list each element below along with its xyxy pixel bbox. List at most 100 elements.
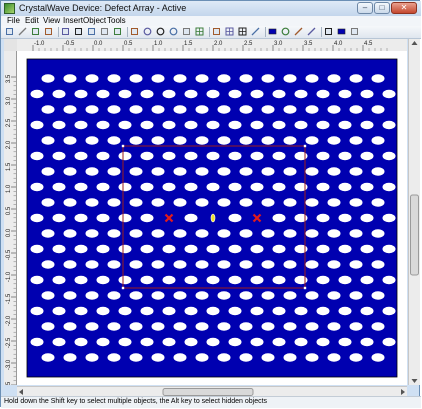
paste-icon[interactable] [87, 27, 96, 36]
pointer-icon[interactable] [130, 27, 139, 36]
save-icon[interactable] [31, 27, 40, 36]
lattice-hole [151, 167, 165, 176]
lattice-hole [52, 213, 66, 223]
design-canvas[interactable] [17, 51, 407, 385]
lattice-hole [294, 244, 308, 254]
scroll-right-arrow-icon[interactable] [401, 389, 405, 395]
print-icon[interactable] [44, 27, 53, 36]
lattice-hole [30, 244, 44, 254]
ruler-left-label: 1.0 [6, 184, 12, 193]
new-icon[interactable] [5, 27, 14, 36]
lattice-hole [41, 136, 55, 145]
zoom-in-icon[interactable] [156, 27, 165, 36]
lattice-hole [349, 353, 363, 362]
rotate-icon[interactable] [143, 27, 152, 36]
menu-edit[interactable]: Edit [25, 16, 39, 26]
selection-handle[interactable] [303, 286, 307, 290]
lattice-hole [305, 229, 319, 238]
lattice-hole [184, 337, 198, 347]
shape-ellipse-icon[interactable] [281, 27, 290, 36]
minimize-button[interactable]: – [357, 2, 373, 14]
scroll-down-arrow-icon[interactable] [411, 379, 418, 383]
menu-view[interactable]: View [43, 16, 60, 26]
cut-icon[interactable] [61, 27, 70, 36]
shape-rect-icon[interactable] [268, 27, 277, 36]
lattice-hole [371, 136, 385, 145]
menu-object[interactable]: Object [83, 16, 106, 26]
selection-handle[interactable] [121, 144, 125, 148]
vertical-scroll-thumb[interactable] [410, 194, 419, 276]
horizontal-scroll-thumb[interactable] [162, 388, 254, 396]
lattice-hole [371, 167, 385, 176]
lattice-hole [107, 167, 121, 176]
lattice-hole [239, 105, 253, 114]
selection-handle[interactable] [303, 144, 307, 148]
redo-icon[interactable] [113, 27, 122, 36]
lattice-hole [173, 167, 187, 176]
lattice-hole [250, 89, 264, 99]
snap-icon[interactable] [225, 27, 234, 36]
align-icon[interactable] [238, 27, 247, 36]
close-button[interactable]: ✕ [391, 2, 417, 14]
menu-tools[interactable]: Tools [107, 16, 126, 26]
lattice-hole [129, 198, 143, 207]
lattice-hole [195, 105, 209, 114]
lattice-hole [261, 322, 275, 331]
lattice-hole [283, 167, 297, 176]
lattice-hole [173, 136, 187, 145]
maximize-button[interactable]: □ [374, 2, 390, 14]
lattice-hole [162, 151, 176, 161]
lattice-hole [217, 291, 231, 300]
lattice-hole [349, 291, 363, 300]
lattice-hole [107, 260, 121, 269]
pen-icon[interactable] [251, 27, 260, 36]
arrow-icon[interactable] [307, 27, 316, 36]
lattice-hole [129, 105, 143, 114]
undo-icon[interactable] [100, 27, 109, 36]
open-icon[interactable] [18, 27, 27, 36]
selection-handle[interactable] [121, 286, 125, 290]
source-marker[interactable] [210, 213, 216, 223]
lattice-hole [162, 120, 176, 130]
lattice-hole [349, 260, 363, 269]
lattice-hole [140, 89, 154, 99]
pan-icon[interactable] [182, 27, 191, 36]
lattice-hole [129, 260, 143, 269]
lattice-hole [338, 306, 352, 316]
scroll-left-arrow-icon[interactable] [19, 389, 23, 395]
lattice-hole [261, 229, 275, 238]
lattice-hole [184, 244, 198, 254]
lattice-hole [239, 291, 253, 300]
settings-icon[interactable] [350, 27, 359, 36]
properties-icon[interactable] [324, 27, 333, 36]
lattice-hole [250, 151, 264, 161]
lattice-hole [371, 260, 385, 269]
lattice-hole [239, 260, 253, 269]
ruler-top-label: 0.5 [124, 41, 133, 47]
lattice-hole [129, 167, 143, 176]
lattice-hole [360, 337, 374, 347]
lattice-hole [327, 229, 341, 238]
lattice-hole [41, 74, 55, 83]
lattice-hole [239, 229, 253, 238]
fit-icon[interactable] [212, 27, 221, 36]
copy-icon[interactable] [74, 27, 83, 36]
lattice-hole [85, 260, 99, 269]
line-icon[interactable] [294, 27, 303, 36]
vertical-scrollbar[interactable] [408, 39, 420, 385]
lattice-hole [173, 260, 187, 269]
menu-file[interactable]: File [7, 16, 20, 26]
scroll-up-arrow-icon[interactable] [411, 41, 418, 45]
crystal-lattice[interactable] [17, 51, 407, 385]
image-icon[interactable] [337, 27, 346, 36]
lattice-hole [41, 167, 55, 176]
menu-insert[interactable]: Insert [63, 16, 83, 26]
grid-icon[interactable] [195, 27, 204, 36]
zoom-out-icon[interactable] [169, 27, 178, 36]
title-bar[interactable]: CrystalWave Device: Defect Array - Activ… [1, 1, 421, 16]
lattice-hole [151, 291, 165, 300]
lattice-hole [338, 244, 352, 254]
lattice-hole [129, 353, 143, 362]
lattice-hole [162, 244, 176, 254]
lattice-hole [85, 353, 99, 362]
